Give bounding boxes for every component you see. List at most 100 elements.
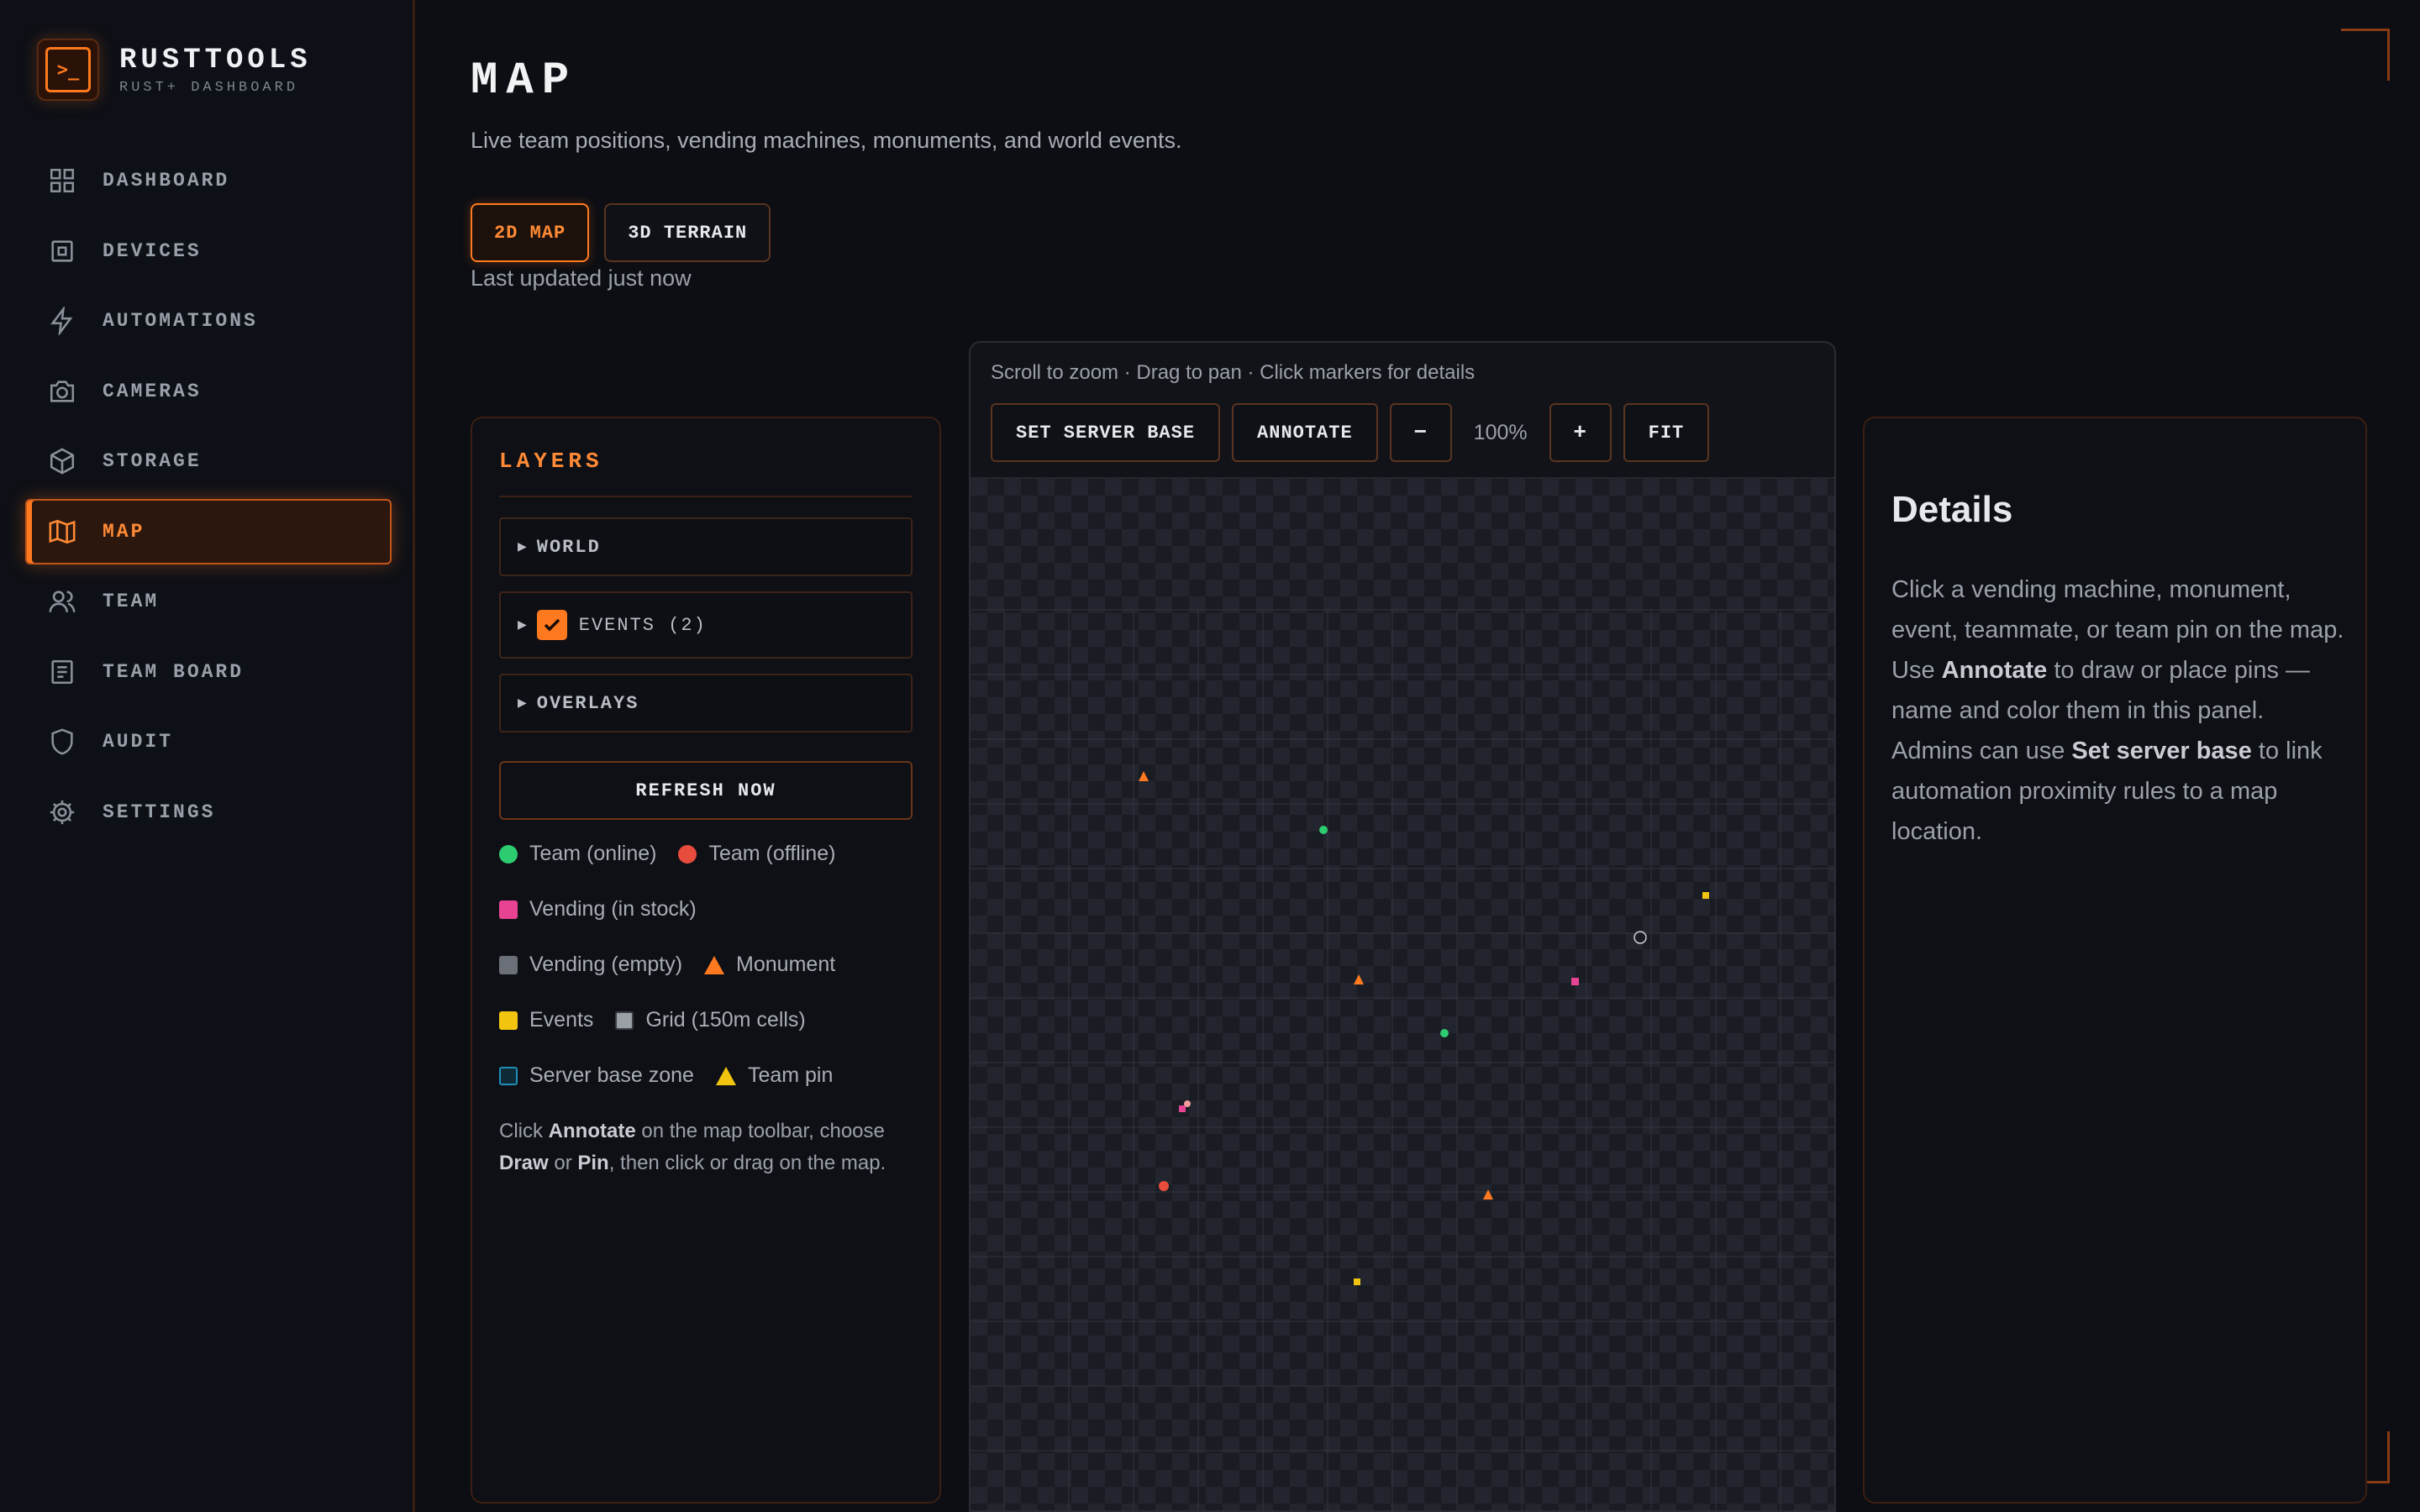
sidebar-item-label: DASHBOARD — [103, 170, 230, 192]
sidebar-item-audit[interactable]: AUDIT — [25, 709, 392, 774]
map-canvas[interactable] — [971, 477, 1836, 1512]
sidebar: >_ RUSTTOOLS RUST+ DASHBOARD DASHBOARD D… — [0, 0, 415, 1512]
brand[interactable]: >_ RUSTTOOLS RUST+ DASHBOARD — [37, 39, 312, 101]
team-offline-swatch — [678, 844, 697, 864]
details-panel: Details Click a vending machine, monumen… — [1863, 417, 2367, 1504]
sidebar-item-label: AUTOMATIONS — [103, 310, 258, 332]
events-swatch — [499, 1011, 518, 1030]
team-pin-marker[interactable] — [1184, 1100, 1191, 1107]
legend-row: Vending (in stock) — [499, 897, 718, 921]
terminal-logo-icon: >_ — [37, 39, 99, 101]
dashboard-icon — [45, 164, 79, 197]
board-icon — [45, 655, 79, 689]
sidebar-item-label: STORAGE — [103, 450, 202, 472]
legend-row: Server base zone Team pin — [499, 1063, 855, 1088]
sidebar-item-label: AUDIT — [103, 731, 174, 753]
map-svg[interactable] — [971, 479, 1836, 1512]
details-title: Details — [1891, 489, 2013, 530]
grid-swatch — [615, 1011, 634, 1030]
zoom-in-button[interactable]: + — [1549, 403, 1612, 462]
legend-vending-empty: Vending (empty) — [499, 953, 682, 977]
users-icon — [45, 585, 79, 618]
map-icon — [45, 515, 79, 549]
refresh-now-button[interactable]: REFRESH NOW — [499, 761, 913, 820]
legend-server-base: Server base zone — [499, 1063, 694, 1088]
main-content: MAP Live team positions, vending machine… — [418, 0, 2420, 1512]
fit-button[interactable]: FIT — [1623, 403, 1710, 462]
layers-title: LAYERS — [499, 449, 603, 474]
layer-group-world[interactable]: ▶ WORLD — [499, 517, 913, 576]
expand-triangle-icon: ▶ — [518, 696, 527, 710]
legend-grid: Grid (150m cells) — [615, 1008, 806, 1032]
annotate-hint: Click Annotate on the map toolbar, choos… — [499, 1120, 886, 1174]
sidebar-item-automations[interactable]: AUTOMATIONS — [25, 288, 392, 354]
layer-group-label: WORLD — [536, 536, 601, 558]
sidebar-item-label: CAMERAS — [103, 380, 202, 402]
gear-icon — [45, 795, 79, 829]
monument-triangle-icon — [704, 955, 725, 974]
server-base-swatch — [499, 1066, 518, 1085]
vending-stock-marker[interactable] — [1179, 1105, 1186, 1112]
set-server-base-button[interactable]: SET SERVER BASE — [991, 403, 1221, 462]
sidebar-item-label: TEAM — [103, 591, 160, 612]
legend-row: Team (online) Team (offline) — [499, 842, 857, 866]
map-panel: Scroll to zoom · Drag to pan · Click mar… — [969, 341, 1836, 1512]
events-checkbox[interactable] — [536, 610, 567, 640]
shield-icon — [45, 725, 79, 759]
checkmark-icon — [544, 618, 560, 632]
view-3d-terrain-button[interactable]: 3D TERRAIN — [604, 203, 771, 262]
team-online-swatch — [499, 844, 518, 864]
page-title: MAP — [471, 55, 578, 107]
device-icon — [45, 234, 79, 268]
legend-team-pin: Team pin — [715, 1063, 833, 1088]
map-toolbar: SET SERVER BASE ANNOTATE − 100% + FIT — [991, 403, 1710, 462]
sidebar-item-label: MAP — [103, 520, 145, 543]
sidebar-item-team-board[interactable]: TEAM BOARD — [25, 639, 392, 705]
layer-group-label: OVERLAYS — [536, 692, 639, 714]
team-pin-triangle-icon — [715, 1066, 736, 1085]
view-2d-map-button[interactable]: 2D MAP — [471, 203, 590, 262]
box-icon — [45, 444, 79, 478]
corner-decoration — [2341, 29, 2390, 81]
sidebar-item-storage[interactable]: STORAGE — [25, 428, 392, 494]
vending-stock-marker[interactable] — [1571, 978, 1579, 985]
zoom-out-button[interactable]: − — [1389, 403, 1452, 462]
legend-team-online: Team (online) — [499, 842, 656, 866]
map-hint: Scroll to zoom · Drag to pan · Click mar… — [991, 361, 1476, 384]
sidebar-item-dashboard[interactable]: DASHBOARD — [25, 148, 392, 213]
view-toggle: 2D MAP 3D TERRAIN — [471, 203, 771, 262]
map-background — [971, 479, 1834, 1510]
event-marker[interactable] — [1702, 892, 1709, 899]
annotate-button[interactable]: ANNOTATE — [1232, 403, 1378, 462]
sidebar-item-settings[interactable]: SETTINGS — [25, 780, 392, 845]
layer-group-label: EVENTS (2) — [578, 614, 707, 636]
team-offline-marker[interactable] — [1159, 1181, 1169, 1191]
legend-row: Vending (empty) Monument — [499, 953, 857, 977]
zoom-level: 100% — [1473, 420, 1528, 444]
last-updated-text: Last updated just now — [471, 265, 692, 291]
event-marker[interactable] — [1354, 1278, 1360, 1285]
sidebar-item-label: TEAM BOARD — [103, 660, 245, 683]
sidebar-item-label: DEVICES — [103, 239, 202, 262]
sidebar-item-label: SETTINGS — [103, 801, 216, 823]
page-subtitle: Live team positions, vending machines, m… — [471, 128, 1182, 153]
sidebar-item-cameras[interactable]: CAMERAS — [25, 359, 392, 424]
details-body: Click a vending machine, monument, event… — [1891, 576, 2344, 845]
team-online-marker[interactable] — [1319, 826, 1328, 834]
sidebar-nav: DASHBOARD DEVICES AUTOMATIONS CAMERAS ST… — [25, 148, 392, 849]
divider — [499, 496, 913, 497]
sidebar-item-devices[interactable]: DEVICES — [25, 218, 392, 284]
camera-icon — [45, 375, 79, 408]
sidebar-item-map[interactable]: MAP — [25, 498, 392, 564]
brand-title: RUSTTOOLS — [119, 44, 312, 76]
vending-empty-swatch — [499, 955, 518, 974]
vending-stock-swatch — [499, 900, 518, 919]
legend-vending-stock: Vending (in stock) — [499, 897, 697, 921]
sidebar-item-team[interactable]: TEAM — [25, 569, 392, 634]
expand-triangle-icon: ▶ — [518, 618, 527, 632]
layers-panel: LAYERS ▶ WORLD ▶ EVENTS (2) ▶ OVERLAYS R… — [471, 417, 941, 1504]
layer-group-events[interactable]: ▶ EVENTS (2) — [499, 591, 913, 659]
layer-group-overlays[interactable]: ▶ OVERLAYS — [499, 674, 913, 732]
brand-subtitle: RUST+ DASHBOARD — [119, 79, 299, 96]
team-online-marker[interactable] — [1440, 1029, 1449, 1037]
